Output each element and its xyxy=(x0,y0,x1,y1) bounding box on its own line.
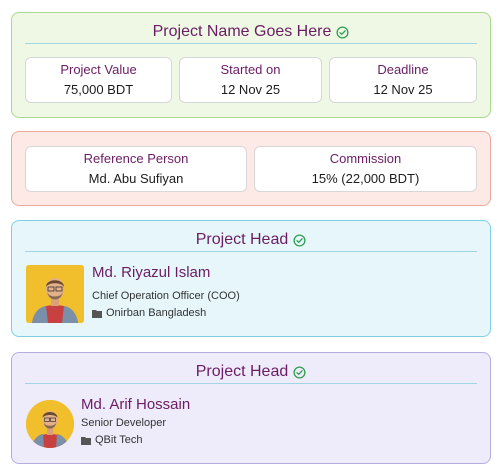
verified-check-icon xyxy=(336,25,349,39)
project-head-organization: QBit Tech xyxy=(81,434,143,446)
stat-value: 12 Nov 25 xyxy=(220,82,281,97)
commission-box: Commission 15% (22,000 BDT) xyxy=(254,146,477,192)
commission-label: Commission xyxy=(329,151,402,166)
person-photo-icon xyxy=(26,265,84,323)
project-title: Project Name Goes Here xyxy=(152,23,332,40)
project-head-title: Project Head xyxy=(195,231,289,248)
stat-value: 75,000 BDT xyxy=(63,82,134,97)
reference-person-value: Md. Abu Sufiyan xyxy=(88,171,184,186)
person-photo-icon xyxy=(26,400,74,448)
stat-project-value: Project Value 75,000 BDT xyxy=(25,57,172,103)
stat-label: Started on xyxy=(220,62,281,77)
project-head-title-row: Project Head xyxy=(24,228,478,252)
project-head-name: Md. Riyazul Islam xyxy=(92,264,211,281)
project-head-card: Project Head Md. Riyazul Islam Chief Ope… xyxy=(11,220,491,337)
project-title-row: Project Name Goes Here xyxy=(24,20,478,44)
project-head-name: Md. Arif Hossain xyxy=(81,396,191,413)
project-head-organization: Onirban Bangladesh xyxy=(92,307,206,319)
reference-person-label: Reference Person xyxy=(83,151,189,166)
title-divider xyxy=(25,43,477,44)
organization-name: QBit Tech xyxy=(95,434,143,446)
verified-check-icon xyxy=(293,233,306,247)
project-head-title: Project Head xyxy=(195,363,289,380)
organization-name: Onirban Bangladesh xyxy=(106,307,207,319)
project-head-title-row: Project Head xyxy=(24,360,478,384)
folder-icon xyxy=(81,436,91,445)
title-divider xyxy=(25,251,477,252)
project-head-role: Chief Operation Officer (COO) xyxy=(92,290,240,302)
reference-person-box: Reference Person Md. Abu Sufiyan xyxy=(25,146,247,192)
project-head-card: Project Head Md. Arif Hossain Senior Dev… xyxy=(11,352,491,464)
avatar xyxy=(26,265,84,323)
avatar xyxy=(26,400,74,448)
folder-icon xyxy=(92,309,102,318)
project-overview-card: Project Name Goes Here Project Value 75,… xyxy=(11,12,491,118)
stat-value: 12 Nov 25 xyxy=(373,82,433,97)
project-head-role: Senior Developer xyxy=(81,417,166,429)
title-divider xyxy=(25,383,477,384)
reference-card: Reference Person Md. Abu Sufiyan Commiss… xyxy=(11,131,491,206)
stat-started-on: Started on 12 Nov 25 xyxy=(179,57,322,103)
stat-label: Project Value xyxy=(60,62,137,77)
stat-deadline: Deadline 12 Nov 25 xyxy=(329,57,477,103)
stat-label: Deadline xyxy=(377,62,429,77)
commission-value: 15% (22,000 BDT) xyxy=(311,171,420,186)
verified-check-icon xyxy=(293,365,306,379)
